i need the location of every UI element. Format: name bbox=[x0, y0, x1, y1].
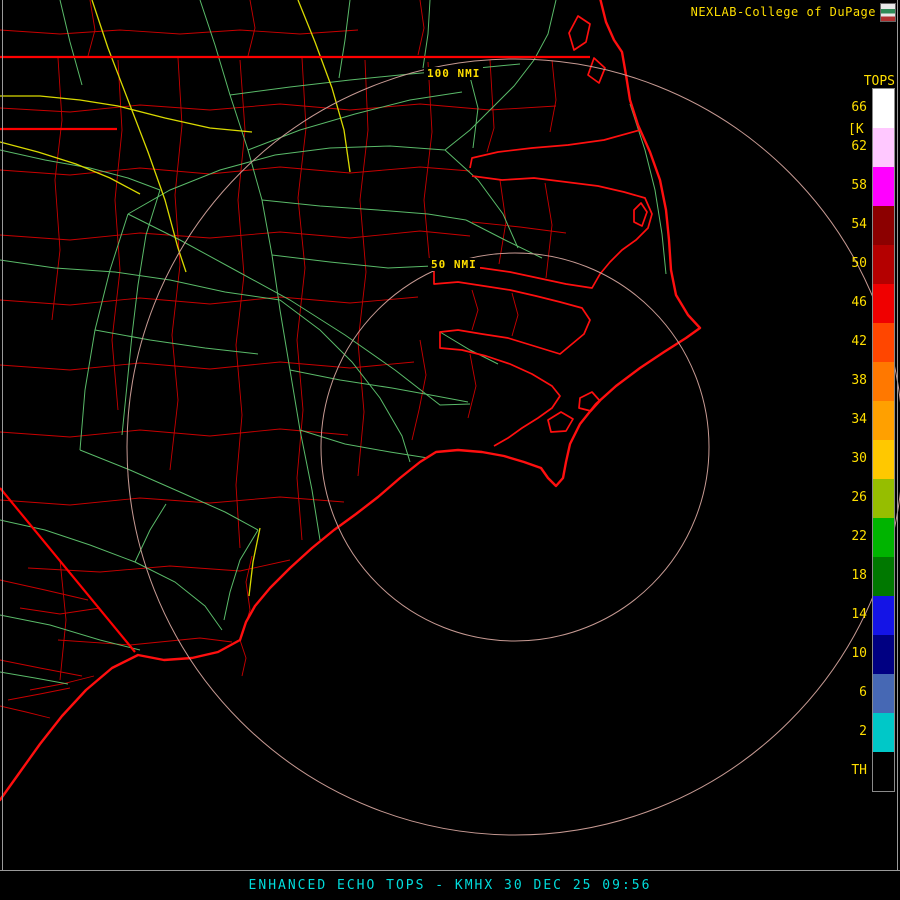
frame-line-right bbox=[897, 0, 898, 870]
coastline bbox=[0, 0, 700, 800]
legend-label: 10 bbox=[839, 634, 867, 673]
legend-swatch bbox=[873, 89, 894, 128]
legend-label: 30 bbox=[839, 439, 867, 478]
credit-text: NEXLAB-College of DuPage bbox=[691, 5, 876, 19]
range-ring-50nmi bbox=[321, 253, 709, 641]
legend-swatch bbox=[873, 440, 894, 479]
legend-swatch bbox=[873, 713, 894, 752]
legend-swatch bbox=[873, 323, 894, 362]
caption-bar: ENHANCED ECHO TOPS - KMHX 30 DEC 25 09:5… bbox=[0, 870, 900, 900]
county-boundary-lines bbox=[0, 0, 566, 718]
legend-label: 50 bbox=[839, 244, 867, 283]
range-ring-label-50nmi: 50 NMI bbox=[428, 258, 480, 271]
legend-swatch bbox=[873, 674, 894, 713]
range-ring-label-100nmi: 100 NMI bbox=[424, 67, 483, 80]
legend-swatch bbox=[873, 752, 894, 791]
legend-label: 66 bbox=[839, 88, 867, 127]
legend-label: 62 bbox=[839, 127, 867, 166]
legend-label: 2 bbox=[839, 712, 867, 751]
legend-swatch bbox=[873, 635, 894, 674]
legend-swatch bbox=[873, 245, 894, 284]
color-scale-legend: 66625854504642383430262218141062TH bbox=[839, 88, 895, 792]
radar-screen: 100 NMI 50 NMI NEXLAB-College of DuPage … bbox=[0, 0, 900, 900]
legend-label: 38 bbox=[839, 361, 867, 400]
road-lines-yellow bbox=[0, 0, 350, 596]
legend-label: 34 bbox=[839, 400, 867, 439]
legend-swatch bbox=[873, 518, 894, 557]
legend-swatch bbox=[873, 362, 894, 401]
frame-line-left bbox=[2, 0, 3, 870]
legend-labels: 66625854504642383430262218141062TH bbox=[839, 88, 867, 792]
legend-label: 58 bbox=[839, 166, 867, 205]
product-caption: ENHANCED ECHO TOPS - KMHX 30 DEC 25 09:5… bbox=[249, 878, 652, 893]
legend-bar bbox=[872, 88, 895, 792]
legend-swatch bbox=[873, 206, 894, 245]
legend-swatch bbox=[873, 284, 894, 323]
range-rings bbox=[127, 59, 900, 835]
legend-swatch bbox=[873, 557, 894, 596]
legend-label: 22 bbox=[839, 517, 867, 556]
legend-label: TH bbox=[839, 751, 867, 790]
legend-label: 46 bbox=[839, 283, 867, 322]
radar-map bbox=[0, 0, 900, 870]
legend-label: 14 bbox=[839, 595, 867, 634]
legend-swatch bbox=[873, 479, 894, 518]
legend-label: 54 bbox=[839, 205, 867, 244]
map-area: 100 NMI 50 NMI bbox=[0, 0, 900, 870]
legend-label: 18 bbox=[839, 556, 867, 595]
legend-swatch bbox=[873, 167, 894, 206]
legend-swatch bbox=[873, 128, 894, 167]
legend-label: 6 bbox=[839, 673, 867, 712]
sound-shoreline bbox=[434, 16, 652, 446]
legend-label: 42 bbox=[839, 322, 867, 361]
legend-swatch bbox=[873, 401, 894, 440]
legend-swatch bbox=[873, 596, 894, 635]
legend-label: 26 bbox=[839, 478, 867, 517]
range-ring-100nmi bbox=[127, 59, 900, 835]
cod-logo-icon bbox=[880, 3, 896, 22]
